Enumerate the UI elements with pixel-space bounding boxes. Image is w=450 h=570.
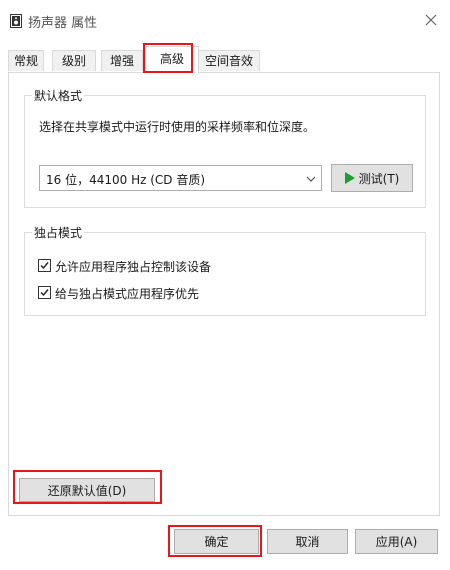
speaker-icon [10, 14, 22, 28]
exclusive-priority-label: 给与独占模式应用程序优先 [55, 287, 200, 301]
test-button-label: 测试(T) [358, 171, 400, 186]
chevron-down-icon [306, 173, 316, 183]
default-format-title: 默认格式 [32, 87, 85, 104]
exclusive-mode-title: 独占模式 [32, 224, 85, 241]
checkmark-icon [40, 289, 49, 297]
window-title: 扬声器 属性 [28, 16, 98, 31]
restore-defaults-button[interactable]: 还原默认值(D) [19, 478, 155, 502]
exclusive-mode-group: 独占模式 允许应用程序独占控制该设备 给与独占模式应用程序优先 [24, 224, 426, 316]
tab-enhancements[interactable]: 增强 [101, 50, 143, 71]
allow-exclusive-control-checkbox[interactable] [38, 259, 51, 272]
sample-format-value: 16 位，44100 Hz (CD 音质) [46, 173, 206, 187]
tab-spatial-sound[interactable]: 空间音效 [198, 50, 260, 71]
tab-general[interactable]: 常规 [8, 50, 44, 71]
default-format-description: 选择在共享模式中运行时使用的采样频率和位深度。 [39, 120, 316, 134]
test-button[interactable]: 测试(T) [331, 164, 413, 192]
tab-advanced[interactable]: 高级 [145, 46, 199, 73]
tab-panel-advanced: 默认格式 选择在共享模式中运行时使用的采样频率和位深度。 16 位，44100 … [8, 72, 440, 516]
cancel-button[interactable]: 取消 [267, 529, 348, 554]
checkmark-icon [40, 262, 49, 270]
apply-button[interactable]: 应用(A) [355, 529, 438, 554]
exclusive-priority-checkbox[interactable] [38, 286, 51, 299]
title-bar: 扬声器 属性 [0, 0, 450, 40]
allow-exclusive-control-label: 允许应用程序独占控制该设备 [55, 260, 212, 274]
close-icon [425, 14, 437, 29]
tab-levels[interactable]: 级别 [52, 50, 96, 71]
sample-format-dropdown[interactable]: 16 位，44100 Hz (CD 音质) [39, 165, 322, 191]
ok-button[interactable]: 确定 [174, 529, 259, 554]
close-button[interactable] [420, 10, 442, 32]
play-icon [344, 172, 355, 184]
default-format-group: 默认格式 选择在共享模式中运行时使用的采样频率和位深度。 16 位，44100 … [24, 87, 426, 208]
